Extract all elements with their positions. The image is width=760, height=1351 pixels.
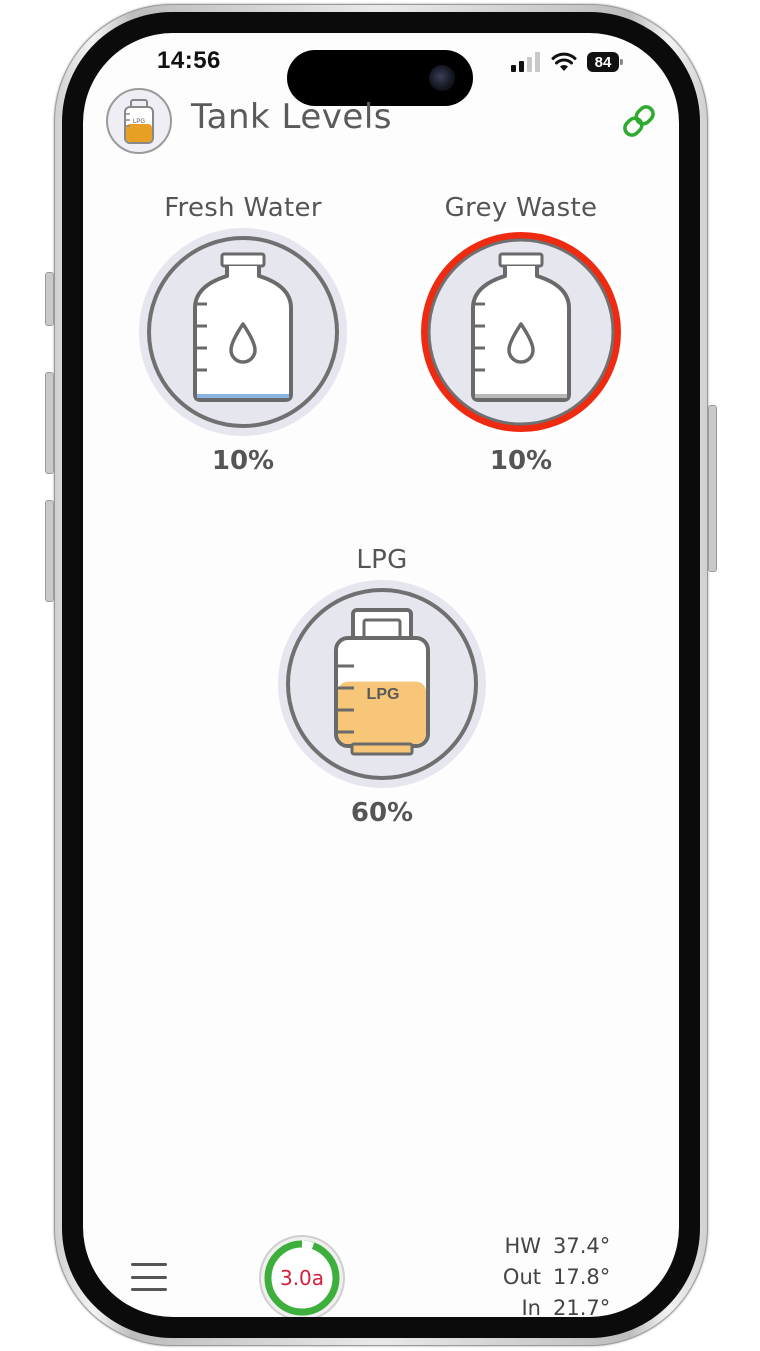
tank-fresh-water[interactable]: Fresh Water 10% [133,188,353,476]
status-indicators: 84 [511,49,623,75]
screen: 14:56 84 LPG Tank Levels Fresh Water 10%… [83,33,679,1317]
temp-row-in: In 21.7° [483,1293,613,1317]
link-icon [623,105,655,137]
tank-fill [475,393,567,398]
tank-label: Grey Waste [444,193,598,223]
water-bottle-icon [427,238,615,426]
tank-label: LPG [356,545,408,575]
lpg-label-text: LPG [367,686,400,703]
tank-grey-waste[interactable]: Grey Waste 10% [411,188,631,476]
water-bottle-icon [193,252,293,402]
tank-value: 60% [350,798,414,828]
temp-label: Out [502,1265,541,1289]
power-button [708,405,717,572]
tank-gauge [139,228,347,436]
app-logo: LPG [106,88,172,154]
temp-label: HW [504,1234,541,1258]
current-value: 3.0a [279,1266,325,1290]
battery-indicator: 84 [587,52,623,72]
page-title: Tank Levels [191,97,392,137]
current-gauge[interactable]: 3.0a [259,1235,345,1317]
signal-icon [511,52,540,72]
link-button[interactable] [619,101,659,141]
tank-lpg[interactable]: LPG LPG 60% [272,540,492,828]
temperature-panel: HW 37.4° Out 17.8° In 21.7° [483,1231,613,1317]
lpg-tank-icon: LPG [124,99,154,144]
tank-gauge: LPG [278,580,486,788]
tank-fill [197,393,289,398]
tank-value: 10% [489,446,553,476]
camera-icon [429,65,455,91]
volume-down-button [45,500,54,602]
volume-up-button [45,372,54,474]
temp-value: 21.7° [553,1296,611,1317]
tank-value: 10% [211,446,275,476]
status-time: 14:56 [157,47,221,74]
hamburger-menu-icon[interactable] [131,1263,167,1291]
temp-value: 17.8° [553,1265,611,1289]
wifi-icon [551,52,577,71]
action-button [45,272,54,326]
temp-label: In [521,1296,541,1317]
tank-label: Fresh Water [164,193,322,223]
app-logo-text: LPG [133,119,145,125]
temp-row-out: Out 17.8° [483,1262,613,1293]
lpg-tank-icon: LPG [334,608,430,756]
tank-gauge-alert [417,228,625,436]
temp-value: 37.4° [553,1234,611,1258]
temp-row-hw: HW 37.4° [483,1231,613,1262]
